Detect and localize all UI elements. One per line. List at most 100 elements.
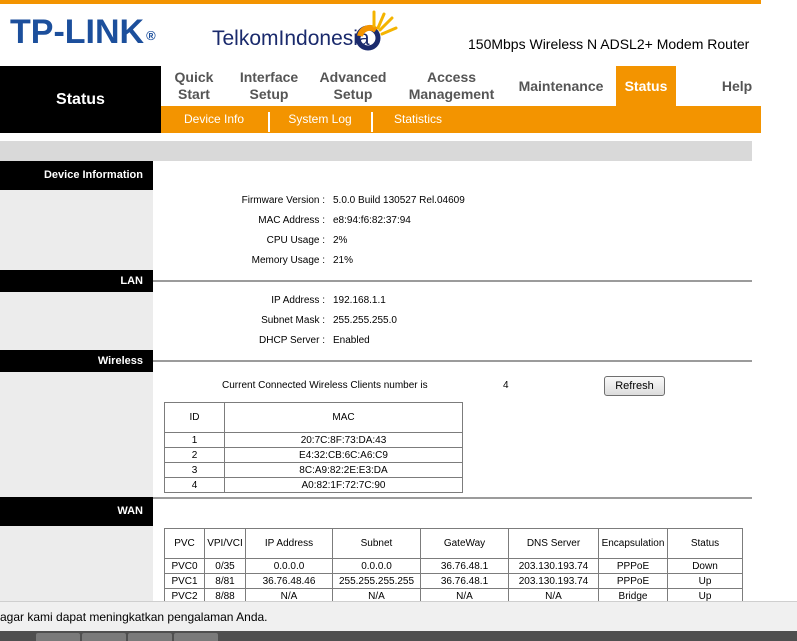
nav-label: Interface <box>239 69 299 85</box>
table-row: 4 A0:82:1F:72:7C:90 <box>164 477 463 493</box>
table-cell: 36.76.48.46 <box>245 573 333 589</box>
table-cell: E4:32:CB:6C:A6:C9 <box>224 447 463 463</box>
column-header: GateWay <box>420 528 509 559</box>
cpu-value: 2% <box>333 235 348 246</box>
table-cell: 0.0.0.0 <box>332 558 421 574</box>
page-right-margin <box>761 0 797 601</box>
nav-label: Access <box>426 69 477 85</box>
table-cell: 36.76.48.1 <box>420 573 509 589</box>
column-header: PVC <box>164 528 205 559</box>
section-sidebar <box>0 161 153 601</box>
top-accent-bar <box>0 0 797 4</box>
table-cell: 8C:A9:82:2E:E3:DA <box>224 462 463 478</box>
subnav-system-log[interactable]: System Log <box>276 106 364 133</box>
table-cell: 4 <box>164 477 225 493</box>
nav-label: Advanced <box>319 69 387 85</box>
taskbar-button[interactable] <box>82 633 126 641</box>
table-row: 1 20:7C:8F:73:DA:43 <box>164 432 463 448</box>
telkom-logo: TelkomIndonesia <box>212 27 370 50</box>
table-cell: 8/81 <box>204 573 246 589</box>
table-cell: 1 <box>164 432 225 448</box>
mac-label: MAC Address : <box>258 215 325 226</box>
column-header: MAC <box>224 402 463 433</box>
table-cell: PVC0 <box>164 558 205 574</box>
telkom-sun-icon <box>355 10 398 51</box>
nav-access-management[interactable]: Access Management <box>404 66 499 106</box>
refresh-button[interactable]: Refresh <box>604 376 665 396</box>
taskbar-button[interactable] <box>36 633 80 641</box>
nav-status[interactable]: Status <box>616 66 676 106</box>
table-cell: PPPoE <box>598 558 668 574</box>
subnav-statistics[interactable]: Statistics <box>380 106 456 133</box>
table-cell: 255.255.255.255 <box>332 573 421 589</box>
nav-label: Setup <box>249 86 289 102</box>
column-header: IP Address <box>245 528 333 559</box>
memory-label: Memory Usage : <box>251 255 325 266</box>
table-cell: 0/35 <box>204 558 246 574</box>
nav-label: Status <box>624 77 668 94</box>
table-cell: 203.130.193.74 <box>508 573 599 589</box>
table-row: PVC0 0/35 0.0.0.0 0.0.0.0 36.76.48.1 203… <box>164 558 743 574</box>
column-header: Encapsulation <box>598 528 668 559</box>
nav-label: Help <box>721 77 753 94</box>
cpu-label: CPU Usage : <box>266 235 325 246</box>
nav-maintenance[interactable]: Maintenance <box>512 66 610 106</box>
table-cell: 2 <box>164 447 225 463</box>
nav-label: Maintenance <box>518 77 604 94</box>
nav-label: Quick <box>174 69 214 85</box>
section-wan: WAN <box>0 497 153 526</box>
taskbar-button[interactable] <box>128 633 172 641</box>
subnav-device-info[interactable]: Device Info <box>168 106 260 133</box>
dhcp-value: Enabled <box>333 335 370 346</box>
nav-label: Management <box>408 86 495 102</box>
wan-table: PVC VPI/VCI IP Address Subnet GateWay DN… <box>164 528 743 604</box>
mac-value: e8:94:f6:82:37:94 <box>333 215 411 226</box>
table-cell: Up <box>667 573 743 589</box>
table-cell: 3 <box>164 462 225 478</box>
section-device-information: Device Information <box>0 161 153 190</box>
firmware-label: Firmware Version : <box>241 195 325 206</box>
ip-value: 192.168.1.1 <box>333 295 386 306</box>
nav-quick-start[interactable]: Quick Start <box>164 66 224 106</box>
section-wireless: Wireless <box>0 350 153 372</box>
subnet-value: 255.255.255.0 <box>333 315 397 326</box>
column-header: Status <box>667 528 743 559</box>
table-header-row: PVC VPI/VCI IP Address Subnet GateWay DN… <box>164 528 743 559</box>
wireless-clients-label: Current Connected Wireless Clients numbe… <box>222 380 428 391</box>
column-header: DNS Server <box>508 528 599 559</box>
brand-registered-mark: ® <box>146 28 156 43</box>
wireless-clients-count: 4 <box>503 380 509 391</box>
table-cell: 0.0.0.0 <box>245 558 333 574</box>
nav-label: Start <box>178 86 210 102</box>
firmware-value: 5.0.0 Build 130527 Rel.04609 <box>333 195 465 206</box>
content-top-strip <box>0 141 752 161</box>
column-header: Subnet <box>332 528 421 559</box>
subnav-divider <box>371 112 373 132</box>
model-title: 150Mbps Wireless N ADSL2+ Modem Router <box>468 36 750 52</box>
nav-help[interactable]: Help <box>712 66 762 106</box>
table-cell: 36.76.48.1 <box>420 558 509 574</box>
table-cell: A0:82:1F:72:7C:90 <box>224 477 463 493</box>
table-row: PVC1 8/81 36.76.48.46 255.255.255.255 36… <box>164 573 743 589</box>
nav-advanced-setup[interactable]: Advanced Setup <box>315 66 391 106</box>
memory-value: 21% <box>333 255 354 266</box>
table-cell: PVC1 <box>164 573 205 589</box>
table-cell: 20:7C:8F:73:DA:43 <box>224 432 463 448</box>
section-divider <box>153 360 752 362</box>
taskbar-button[interactable] <box>174 633 218 641</box>
subnet-label: Subnet Mask : <box>261 315 325 326</box>
nav-label: Setup <box>333 86 373 102</box>
ip-label: IP Address : <box>271 295 325 306</box>
column-header: ID <box>164 402 225 433</box>
tplink-logo: TP-LINK ® <box>10 12 156 52</box>
subnav-divider <box>268 112 270 132</box>
section-lan: LAN <box>0 270 153 292</box>
brand-text: TP-LINK <box>10 13 145 51</box>
browser-status-bar: agar kami dapat meningkatkan pengalaman … <box>0 601 797 631</box>
wireless-clients-table: ID MAC 1 20:7C:8F:73:DA:43 2 E4:32:CB:6C… <box>164 402 463 493</box>
dhcp-label: DHCP Server : <box>259 335 325 346</box>
nav-interface-setup[interactable]: Interface Setup <box>232 66 306 106</box>
table-cell: PPPoE <box>598 573 668 589</box>
table-row: 2 E4:32:CB:6C:A6:C9 <box>164 447 463 463</box>
table-cell: Down <box>667 558 743 574</box>
